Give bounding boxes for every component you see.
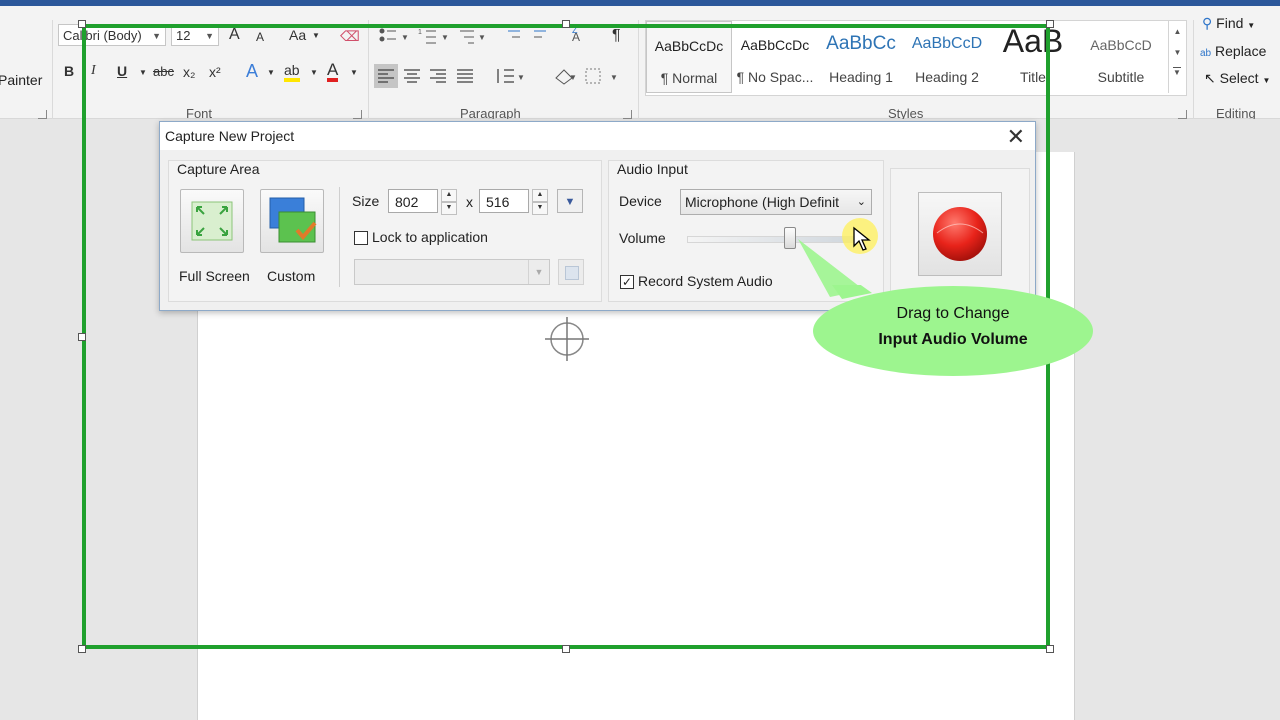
resize-handle[interactable]: [78, 645, 86, 653]
callout-line-1: Drag to Change: [896, 305, 1010, 322]
styles-launcher-icon[interactable]: [1178, 110, 1187, 119]
size-label: Size: [352, 193, 380, 209]
chevron-down-icon[interactable]: ▼: [532, 202, 548, 215]
resize-handle[interactable]: [1046, 20, 1054, 28]
replace-button[interactable]: ab Replace: [1200, 43, 1280, 65]
cursor-icon: ↖: [1204, 70, 1216, 86]
capture-area-group: Capture Area Full Screen Custom Size 802…: [168, 160, 602, 302]
find-label: Find: [1216, 15, 1244, 31]
chevron-down-icon: ▼: [528, 260, 549, 284]
style-subtitle[interactable]: AaBbCcD Subtitle: [1078, 21, 1164, 93]
custom-button[interactable]: [260, 189, 324, 253]
chevron-down-icon: ⌄: [856, 196, 866, 208]
search-icon: ⚲: [1202, 15, 1213, 31]
chevron-down-icon: ▼: [564, 196, 576, 208]
record-panel: [890, 168, 1030, 302]
full-screen-icon: [191, 201, 233, 241]
resize-handle[interactable]: [78, 333, 86, 341]
resize-handle[interactable]: [562, 645, 570, 653]
full-screen-label: Full Screen: [179, 268, 250, 284]
style-name: Subtitle: [1097, 69, 1145, 85]
format-painter-label[interactable]: Painter: [0, 72, 42, 88]
volume-label: Volume: [619, 230, 666, 246]
custom-label: Custom: [267, 268, 316, 284]
window-picker-icon: [565, 266, 579, 280]
height-input[interactable]: 516: [479, 189, 529, 213]
bold-button[interactable]: B: [64, 63, 74, 79]
dialog-title-bar[interactable]: Capture New Project ✕: [160, 122, 1035, 150]
lock-to-application-checkbox[interactable]: [354, 231, 368, 245]
record-system-audio-checkbox[interactable]: ✓: [620, 275, 634, 289]
width-stepper[interactable]: ▲ ▼: [441, 189, 457, 215]
chevron-up-icon[interactable]: ▲: [532, 189, 548, 202]
resize-handle[interactable]: [78, 20, 86, 28]
resize-handle[interactable]: [562, 20, 570, 28]
find-button[interactable]: ⚲ Find ▼: [1202, 15, 1280, 37]
chevron-up-icon[interactable]: ▲: [441, 189, 457, 202]
replace-label: Replace: [1215, 43, 1267, 59]
mouse-cursor-icon: [853, 226, 871, 251]
device-value: Microphone (High Definit: [685, 194, 840, 210]
pick-application-button[interactable]: [558, 259, 584, 285]
resize-handle[interactable]: [1046, 645, 1054, 653]
full-screen-button[interactable]: [180, 189, 244, 253]
chevron-down-icon: ▼: [1247, 21, 1256, 30]
close-icon[interactable]: ✕: [1007, 124, 1025, 150]
style-preview: AaBbCcD: [1090, 37, 1152, 53]
chevron-down-icon[interactable]: ▼: [441, 202, 457, 215]
capture-new-project-dialog: Capture New Project ✕ Capture Area Full …: [159, 121, 1036, 311]
capture-area-label: Capture Area: [177, 161, 260, 177]
select-button[interactable]: ↖ Select ▼: [1204, 70, 1280, 92]
device-select[interactable]: Microphone (High Definit ⌄: [680, 189, 872, 215]
chevron-down-icon[interactable]: ▼: [1169, 48, 1186, 57]
record-icon: [933, 207, 987, 261]
device-label: Device: [619, 193, 662, 209]
record-system-audio-label: Record System Audio: [638, 273, 773, 289]
ribbon-divider: [52, 20, 53, 120]
clipboard-launcher-icon[interactable]: [38, 110, 47, 119]
dialog-title: Capture New Project: [165, 128, 295, 144]
more-styles-icon[interactable]: ▼: [1173, 67, 1181, 77]
width-input[interactable]: 802: [388, 189, 438, 213]
size-separator: x: [466, 194, 473, 210]
height-stepper[interactable]: ▲ ▼: [532, 189, 548, 215]
record-button[interactable]: [918, 192, 1002, 276]
lock-to-application-label: Lock to application: [372, 229, 488, 245]
audio-input-label: Audio Input: [617, 161, 688, 177]
custom-area-icon: [269, 197, 317, 243]
replace-icon: ab: [1200, 48, 1212, 59]
group-divider: [339, 187, 340, 287]
styles-scroll[interactable]: ▲ ▼ ▼: [1168, 21, 1186, 93]
ribbon-divider: [1193, 20, 1194, 120]
select-label: Select: [1219, 70, 1259, 86]
callout-line-2: Input Audio Volume: [878, 331, 1028, 348]
chevron-down-icon: ▼: [1262, 76, 1271, 85]
size-presets-button[interactable]: ▼: [557, 189, 583, 213]
chevron-up-icon[interactable]: ▲: [1169, 27, 1186, 36]
application-select[interactable]: ▼: [354, 259, 550, 285]
